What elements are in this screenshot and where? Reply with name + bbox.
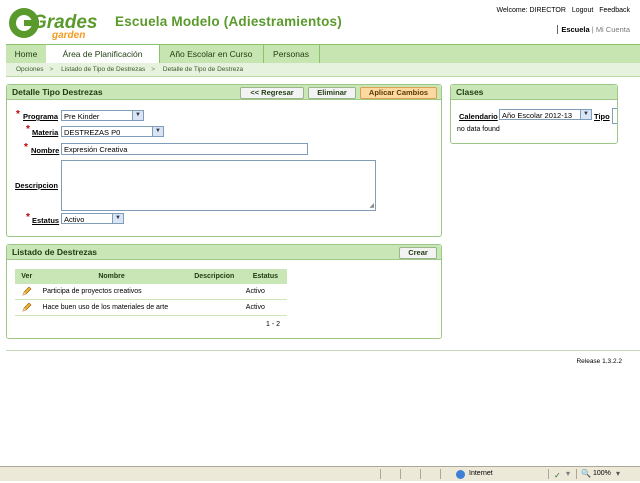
nombre-label: Nombre	[31, 146, 60, 155]
table-header-row: Ver Nombre Descripcion Estatus	[15, 269, 287, 284]
escuela-link[interactable]: Escuela	[561, 25, 589, 34]
logo-line2: garden	[51, 30, 85, 40]
nombre-value: Expresión Creativa	[64, 145, 128, 154]
globe-icon	[456, 470, 465, 479]
calendario-select[interactable]: Año Escolar 2012-13 ▼	[499, 109, 592, 120]
apply-changes-button[interactable]: Aplicar Cambios	[360, 87, 437, 99]
row-descripcion	[184, 299, 244, 316]
tab-home[interactable]: Home	[6, 45, 47, 63]
welcome-text: Welcome: DIRECTOR	[496, 7, 566, 14]
detail-panel: Detalle Tipo Destrezas << Regresar Elimi…	[6, 84, 442, 237]
detail-panel-title: Detalle Tipo Destrezas	[12, 87, 103, 97]
breadcrumb: Opciones > Listado de Tipo de Destrezas > …	[6, 63, 640, 77]
table-row: Participa de proyectos creativos Activo	[15, 284, 287, 300]
tab-area-planificacion[interactable]: Área de Planificación	[46, 45, 160, 63]
chevron-down-icon: ▼	[112, 214, 123, 223]
materia-select[interactable]: DESTREZAS P0 ▼	[61, 126, 164, 137]
destrezas-table: Ver Nombre Descripcion Estatus Participa…	[15, 269, 287, 316]
programa-select[interactable]: Pre Kinder ▼	[61, 110, 144, 121]
security-zone: Internet	[469, 470, 493, 477]
estatus-label: Estatus	[32, 216, 60, 225]
estatus-value: Activo	[64, 215, 85, 224]
pagination-text: 1 - 2	[266, 321, 281, 328]
programa-label: Programa	[23, 112, 59, 121]
listado-panel-title: Listado de Destrezas	[12, 247, 98, 257]
no-data-text: no data found	[457, 126, 500, 133]
col-estatus: Estatus	[243, 269, 287, 284]
back-button[interactable]: << Regresar	[240, 87, 304, 99]
row-descripcion	[184, 284, 244, 300]
listado-panel: Listado de Destrezas Crear Ver Nombre De…	[6, 244, 442, 339]
resize-grip-icon[interactable]: ◢	[369, 202, 374, 209]
logout-link[interactable]: Logout	[572, 7, 593, 14]
create-button[interactable]: Crear	[399, 247, 437, 259]
chevron-down-icon: ▼	[152, 127, 163, 136]
tipo-label[interactable]: Tipo	[594, 112, 610, 121]
release-version: Release 1.3.2.2	[576, 358, 622, 365]
row-estatus: Activo	[243, 299, 287, 316]
clases-panel-header: Clases	[451, 85, 617, 100]
nombre-input[interactable]: Expresión Creativa	[61, 143, 308, 155]
zoom-dropdown-icon[interactable]: ▾	[616, 467, 620, 481]
materia-value: DESTREZAS P0	[64, 128, 121, 137]
dropdown-arrow-icon[interactable]: ▾	[566, 467, 570, 481]
row-estatus: Activo	[243, 284, 287, 300]
col-nombre: Nombre	[38, 269, 185, 284]
nombre-required-mark: *	[24, 142, 28, 153]
listado-panel-header: Listado de Destrezas Crear	[7, 245, 441, 260]
account-links: Escuela | Mi Cuenta	[557, 25, 630, 34]
pencil-icon[interactable]	[22, 286, 32, 296]
breadcrumb-detalle: Detalle de Tipo de Destreza	[162, 66, 244, 73]
clases-panel: Clases Calendario Año Escolar 2012-13 ▼ …	[450, 84, 618, 144]
main-nav: Home Área de Planificación Año Escolar e…	[6, 44, 640, 64]
protected-mode-icon[interactable]: ✓	[554, 469, 561, 483]
estatus-select[interactable]: Activo ▼	[61, 213, 124, 224]
breadcrumb-opciones[interactable]: Opciones	[16, 66, 43, 73]
descripcion-textarea[interactable]: ◢	[61, 160, 376, 211]
edit-row-link[interactable]	[15, 284, 39, 300]
zoom-icon[interactable]: 🔍	[581, 467, 591, 481]
tab-personas[interactable]: Personas	[263, 45, 320, 63]
row-nombre: Hace buen uso de los materiales de arte	[38, 299, 185, 316]
row-nombre: Participa de proyectos creativos	[38, 284, 185, 300]
delete-button[interactable]: Eliminar	[308, 87, 356, 99]
top-links: Welcome: DIRECTOR Logout Feedback	[493, 7, 630, 14]
estatus-required-mark: *	[26, 212, 30, 223]
table-row: Hace buen uso de los materiales de arte …	[15, 299, 287, 316]
grades-garden-logo: Grades garden	[9, 8, 97, 40]
footer-divider	[6, 350, 640, 351]
programa-required-mark: *	[16, 109, 20, 120]
tab-ano-escolar[interactable]: Año Escolar en Curso	[159, 45, 264, 63]
col-ver: Ver	[15, 269, 39, 284]
browser-status-bar: Internet ✓ ▾ 🔍 100% ▾	[0, 466, 640, 481]
clases-panel-title: Clases	[456, 87, 484, 97]
mi-cuenta-link[interactable]: Mi Cuenta	[596, 25, 630, 34]
pencil-icon[interactable]	[22, 302, 32, 312]
calendario-label[interactable]: Calendario	[459, 112, 498, 121]
school-title: Escuela Modelo (Adiestramientos)	[115, 14, 342, 29]
detail-panel-header: Detalle Tipo Destrezas << Regresar Elimi…	[7, 85, 441, 100]
chevron-down-icon: ▼	[580, 110, 591, 119]
edit-row-link[interactable]	[15, 299, 39, 316]
breadcrumb-listado[interactable]: Listado de Tipo de Destrezas	[61, 66, 145, 73]
col-descripcion: Descripcion	[184, 269, 244, 284]
zoom-level[interactable]: 100%	[593, 467, 611, 481]
programa-value: Pre Kinder	[64, 112, 100, 121]
materia-required-mark: *	[26, 124, 30, 135]
descripcion-label: Descripcion	[15, 181, 58, 190]
tipo-select-edge[interactable]	[612, 108, 617, 124]
chevron-down-icon: ▼	[132, 111, 143, 120]
feedback-link[interactable]: Feedback	[599, 7, 630, 14]
materia-label: Materia	[32, 128, 59, 137]
calendario-value: Año Escolar 2012-13	[502, 111, 573, 120]
